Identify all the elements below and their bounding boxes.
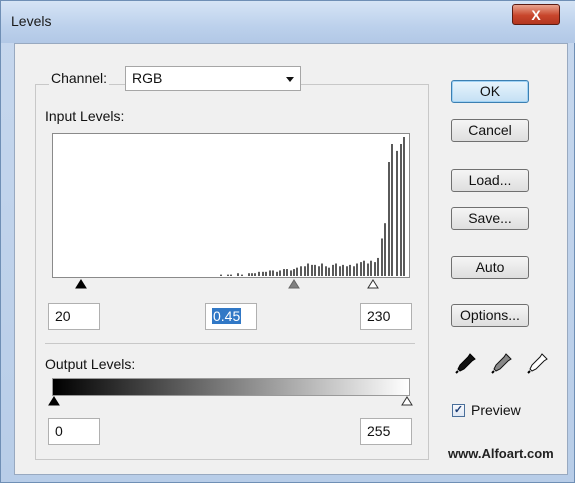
histogram <box>52 133 410 278</box>
watermark-text: www.Alfoart.com <box>448 446 554 461</box>
chevron-down-icon <box>286 77 294 82</box>
dialog-body: Channel: RGB Input Levels: 20 0.45 230 O… <box>14 43 568 475</box>
preview-checkbox[interactable]: ✓ <box>452 404 465 417</box>
preview-label[interactable]: Preview <box>471 402 521 418</box>
input-black-slider[interactable] <box>75 279 87 290</box>
channel-label: Channel: <box>49 70 110 86</box>
channel-select-value: RGB <box>132 70 163 86</box>
input-gamma-value: 0.45 <box>212 308 242 324</box>
levels-dialog: Levels X Channel: RGB Input Levels: 20 0… <box>0 0 575 483</box>
options-button[interactable]: Options... <box>451 304 529 327</box>
output-levels-label: Output Levels: <box>45 356 136 372</box>
input-gamma-field[interactable]: 0.45 <box>205 303 257 330</box>
levels-separator <box>45 343 415 344</box>
load-button[interactable]: Load... <box>451 169 529 192</box>
channel-select[interactable]: RGB <box>125 66 301 91</box>
white-eyedropper-icon[interactable] <box>527 352 549 374</box>
title-bar[interactable]: Levels X <box>1 1 575 43</box>
window-title: Levels <box>11 13 52 29</box>
input-black-field[interactable]: 20 <box>48 303 100 330</box>
ok-button[interactable]: OK <box>451 80 529 103</box>
black-eyedropper-icon[interactable] <box>455 352 477 374</box>
close-button[interactable]: X <box>512 4 560 25</box>
auto-button[interactable]: Auto <box>451 256 529 279</box>
input-gamma-slider[interactable] <box>288 279 300 290</box>
output-black-slider[interactable] <box>48 396 60 407</box>
output-white-slider[interactable] <box>401 396 413 407</box>
output-gradient-bar <box>52 378 410 396</box>
input-levels-label: Input Levels: <box>45 108 125 124</box>
histogram-graph <box>220 137 405 276</box>
cancel-button[interactable]: Cancel <box>451 119 529 142</box>
input-white-slider[interactable] <box>367 279 379 290</box>
input-white-field[interactable]: 230 <box>360 303 412 330</box>
save-button[interactable]: Save... <box>451 207 529 230</box>
gray-eyedropper-icon[interactable] <box>491 352 513 374</box>
output-white-field[interactable]: 255 <box>360 418 412 445</box>
output-black-field[interactable]: 0 <box>48 418 100 445</box>
